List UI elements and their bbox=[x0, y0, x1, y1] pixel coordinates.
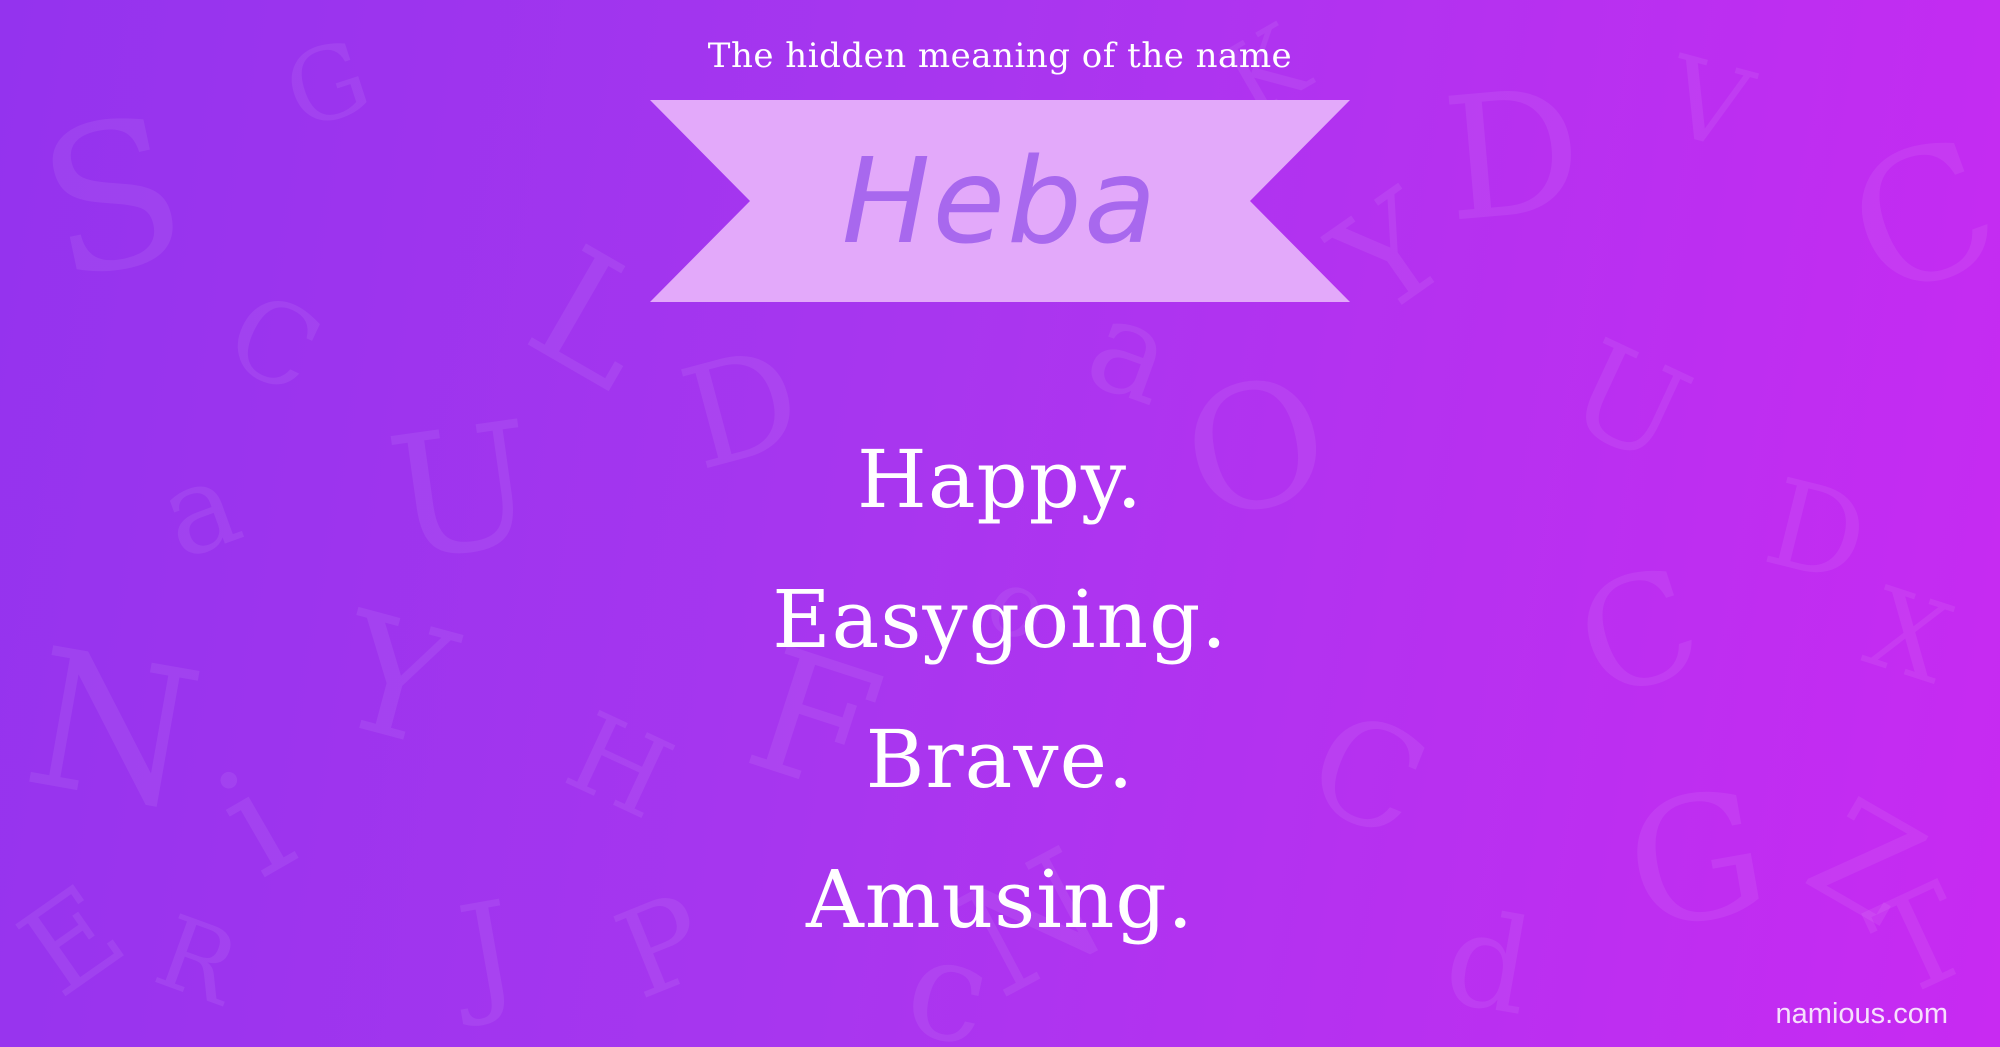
name-title: Heba bbox=[841, 132, 1159, 270]
traits-list: Happy. Easygoing. Brave. Amusing. bbox=[0, 410, 2000, 970]
svg-text:C: C bbox=[209, 268, 339, 420]
svg-text:D: D bbox=[1436, 52, 1589, 261]
svg-text:S: S bbox=[22, 71, 204, 327]
trait-item: Brave. bbox=[865, 713, 1135, 806]
trait-item: Easygoing. bbox=[772, 573, 1228, 666]
svg-text:C: C bbox=[1823, 97, 2000, 341]
trait-item: Amusing. bbox=[806, 853, 1194, 946]
page-subtitle: The hidden meaning of the name bbox=[707, 36, 1293, 76]
trait-item: Happy. bbox=[857, 433, 1143, 526]
site-watermark: namious.com bbox=[1775, 998, 1948, 1030]
name-banner: Heba bbox=[650, 100, 1350, 302]
